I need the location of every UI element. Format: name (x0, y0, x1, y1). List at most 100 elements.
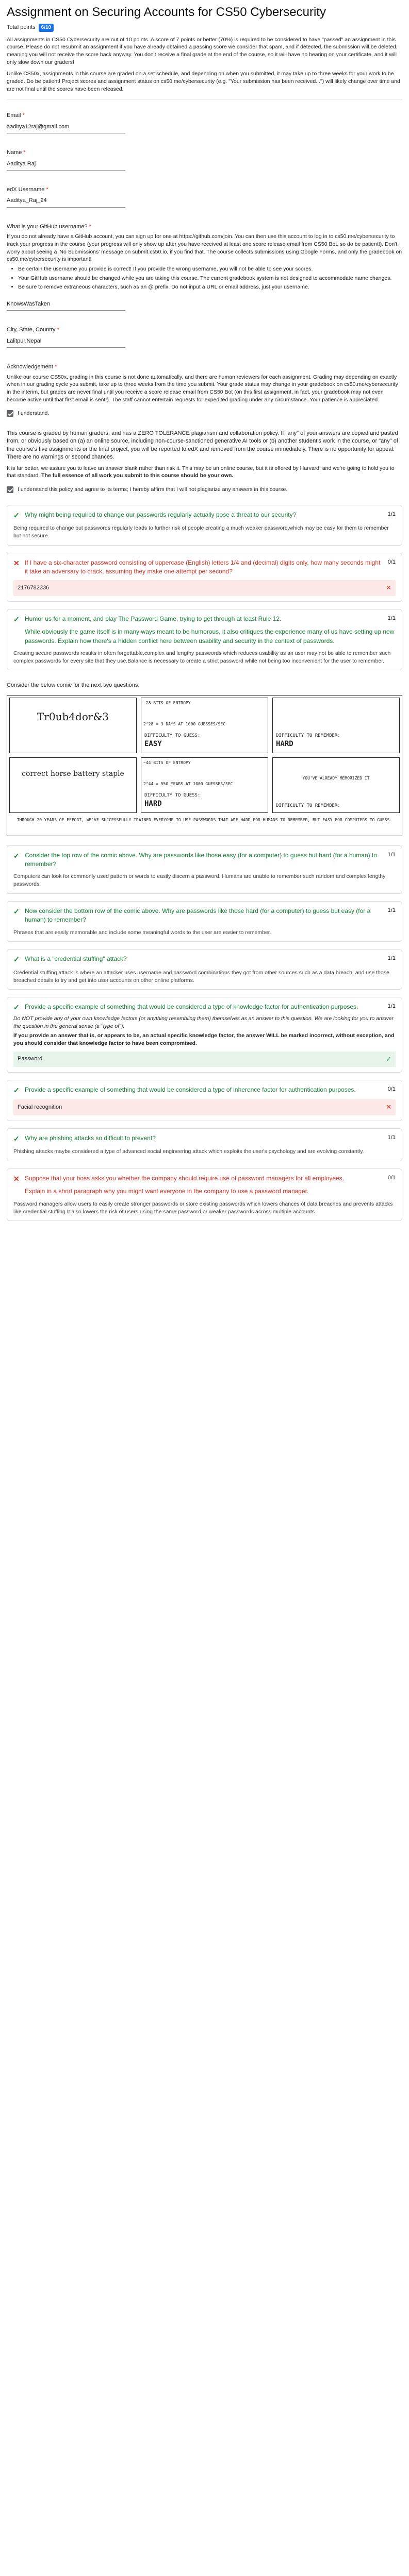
question-score: 0/1 (387, 558, 396, 565)
plagiarism-text-1: This course is graded by human graders, … (7, 430, 398, 461)
github-help-text: If you do not already have a GitHub acco… (7, 233, 402, 263)
plagiarism-checkbox[interactable] (7, 486, 13, 493)
acknowledgement-text: Unlike our course CS50x, grading in this… (7, 374, 398, 403)
question-score: 1/1 (387, 615, 396, 621)
total-points-badge: 6/10 (38, 23, 54, 32)
required-marker: * (89, 223, 91, 230)
question-text: Suppose that your boss asks you whether … (25, 1174, 345, 1182)
comic-text: EASY (144, 740, 162, 749)
question-text: What is a "credential stuffing" attack? (25, 955, 127, 963)
check-icon: ✓ (13, 1003, 20, 1012)
comic-text: DIFFICULTY TO REMEMBER: (276, 803, 340, 809)
required-marker: * (54, 364, 57, 370)
comic-text: 2^44 = 550 YEARS AT 1000 GUESSES/SEC (143, 781, 233, 786)
comic-panel: Tr0ub4dor&3 (9, 697, 137, 753)
acknowledgement-option[interactable]: I understand. (7, 410, 402, 417)
question-note: Do NOT provide any of your own knowledge… (13, 1015, 394, 1029)
total-points-label: Total points (7, 24, 36, 30)
comic-intro: Consider the below comic for the next tw… (7, 682, 140, 689)
question-score: 1/1 (387, 851, 396, 858)
acknowledgement-option-label: I understand. (18, 410, 50, 417)
location-label: City, State, Country (7, 327, 56, 333)
total-points-row: Total points 6/10 (7, 23, 402, 32)
question-text: Why might being required to change our p… (25, 511, 297, 518)
question-card: ✓ Consider the top row of the comic above… (7, 845, 402, 894)
cross-icon: ✕ (13, 558, 20, 567)
check-icon: ✓ (13, 1134, 20, 1143)
github-help-bullet: Your GitHub username should be changed w… (18, 275, 402, 282)
location-field[interactable]: Lalitpur,Nepal (7, 334, 126, 348)
answer-text: Being required to change out passwords r… (13, 525, 389, 539)
question-card: ✓ Provide a specific example of something… (7, 1079, 402, 1121)
comic-text: DIFFICULTY TO GUESS: (144, 793, 201, 799)
acknowledgement-question: Acknowledgement * Unlike our course CS50… (7, 363, 402, 417)
password-strength-comic: Tr0ub4dor&3 ~28 BITS OF ENTROPY 2^28 = 3… (7, 694, 402, 836)
answer-box: Facial recognition ✕ (13, 1099, 396, 1115)
question-card: ✓ Now consider the bottom row of the comi… (7, 901, 402, 942)
question-score: 1/1 (387, 511, 396, 517)
name-label: Name (7, 149, 22, 156)
required-marker: * (46, 186, 48, 193)
question-score: 1/1 (387, 1003, 396, 1010)
question-card: ✕ If I have a six-character password cons… (7, 552, 402, 602)
comic-weak-password: Tr0ub4dor&3 (37, 710, 109, 723)
question-card: ✓ Provide a specific example of something… (7, 997, 402, 1073)
edx-username-field[interactable]: Aaditya_Raj_24 (7, 194, 126, 208)
comic-section: Consider the below comic for the next tw… (7, 682, 402, 836)
answer-text: Creating secure passwords results in oft… (13, 650, 391, 664)
question-text: If I have a six-character password consi… (25, 558, 381, 575)
comic-text: 2^28 = 3 DAYS AT 1000 GUESSES/SEC (143, 721, 225, 726)
question-card: ✓ Why are phishing attacks so difficult t… (7, 1128, 402, 1161)
plagiarism-text-3: The full essence of all work you submit … (41, 472, 234, 479)
correct-answer-icon: ✓ (386, 1055, 391, 1063)
comic-text: ~44 BITS OF ENTROPY (143, 760, 191, 765)
github-help-bullet: Be sure to remove extraneous characters,… (18, 283, 402, 291)
wrong-answer-icon: ✕ (386, 1103, 391, 1111)
comic-caption: THROUGH 20 YEARS OF EFFORT, WE'VE SUCCES… (17, 817, 392, 822)
comic-panel: DIFFICULTY TO REMEMBER: HARD (272, 697, 400, 753)
acknowledgement-checkbox[interactable] (7, 410, 13, 417)
question-card: ✕ Suppose that your boss asks you whether… (7, 1168, 402, 1222)
question-warning: If you provide an answer that is, or app… (13, 1032, 395, 1046)
check-icon: ✓ (13, 615, 20, 623)
answer-text: Phrases that are easily memorable and in… (13, 929, 271, 936)
comic-text: DIFFICULTY TO REMEMBER: (276, 733, 340, 739)
question-text: Provide a specific example of something … (25, 1003, 358, 1011)
question-score: 1/1 (387, 907, 396, 913)
email-question: Email * aaditya12raj@gmail.com (7, 112, 402, 134)
acknowledgement-label: Acknowledgement (7, 364, 53, 370)
wrong-answer-icon: ✕ (386, 584, 391, 592)
form-page: Assignment on Securing Accounts for CS50… (0, 0, 409, 1231)
github-username-field[interactable]: KnowsWasTaken (7, 297, 126, 311)
answer-box: Password ✓ (13, 1051, 396, 1067)
question-score: 1/1 (387, 955, 396, 962)
plagiarism-option-label: I understand this policy and agree to it… (18, 486, 288, 493)
question-text: Why are phishing attacks so difficult to… (25, 1134, 156, 1142)
github-help: If you do not already have a GitHub acco… (7, 233, 402, 291)
comic-panel: ~28 BITS OF ENTROPY 2^28 = 3 DAYS AT 100… (141, 697, 268, 753)
comic-text: DIFFICULTY TO GUESS: (144, 733, 201, 739)
github-help-list: Be certain the username you provide is c… (18, 265, 402, 291)
comic-panel: ~44 BITS OF ENTROPY 2^44 = 550 YEARS AT … (141, 757, 268, 813)
comic-text: ~28 BITS OF ENTROPY (143, 700, 191, 705)
required-marker: * (57, 327, 59, 333)
comic-strong-password: correct horse battery staple (22, 769, 124, 778)
answer-text: Facial recognition (18, 1104, 62, 1110)
email-field[interactable]: aaditya12raj@gmail.com (7, 120, 126, 134)
question-card: ✓ What is a "credential stuffing" attack?… (7, 949, 402, 990)
edx-question: edX Username * Aaditya_Raj_24 (7, 186, 402, 208)
answer-box: 2176782336 ✕ (13, 580, 396, 596)
name-field[interactable]: Aaditya Raj (7, 157, 126, 171)
check-icon: ✓ (13, 907, 20, 916)
question-subtext: Explain in a short paragraph why you mig… (25, 1188, 309, 1195)
check-icon: ✓ (13, 1086, 20, 1094)
answer-text: Credential stuffing attack is where an a… (13, 969, 389, 984)
intro-section: All assignments in CS50 Cybersecurity ar… (7, 36, 402, 93)
answer-text: 2176782336 (18, 584, 50, 591)
plagiarism-option[interactable]: I understand this policy and agree to it… (7, 486, 402, 494)
question-text: Humor us for a moment, and play The Pass… (25, 615, 282, 622)
question-score: 1/1 (387, 1134, 396, 1141)
answer-text: Password (18, 1055, 43, 1062)
question-card: ✓ Why might being required to change our … (7, 504, 402, 546)
required-marker: * (23, 149, 26, 156)
